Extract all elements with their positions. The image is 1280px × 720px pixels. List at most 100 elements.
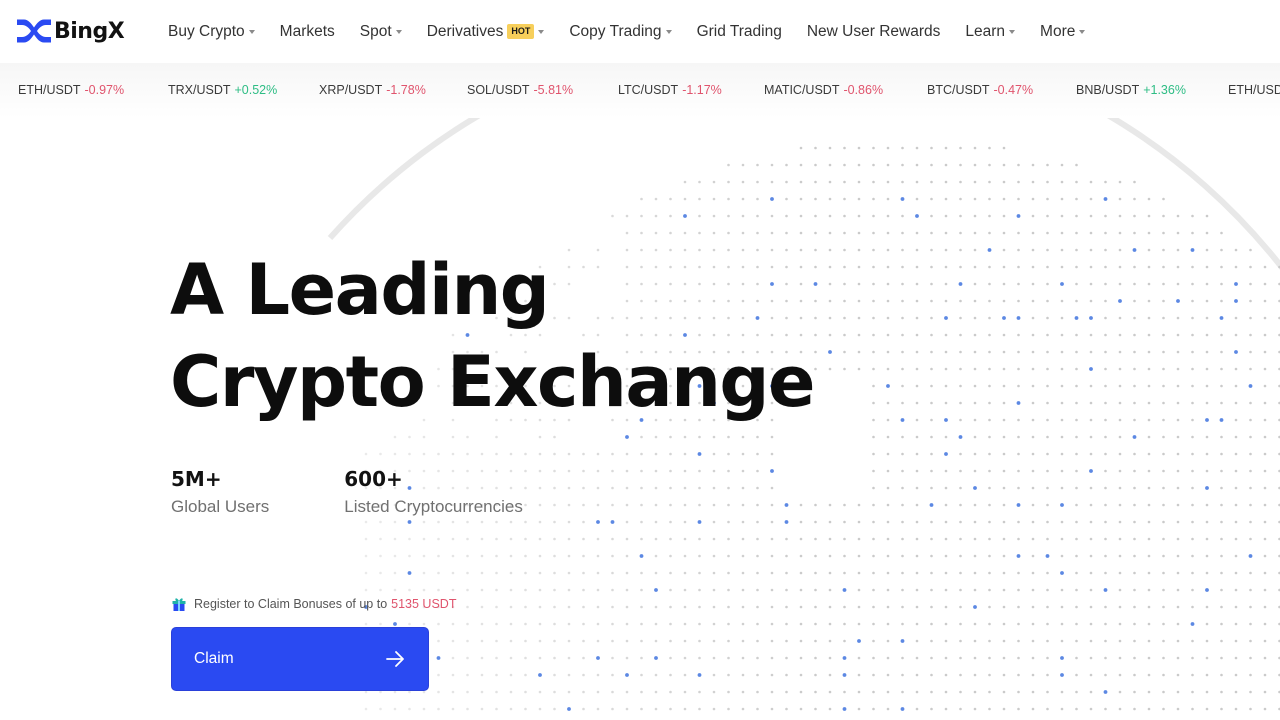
nav-markets[interactable]: Markets — [280, 23, 335, 41]
globe-dot — [712, 435, 716, 439]
globe-dot — [495, 707, 498, 711]
globe-dot — [1220, 537, 1223, 541]
globe-dot — [1234, 248, 1238, 252]
globe-dot — [1147, 639, 1151, 643]
globe-highlight-dot — [770, 469, 774, 473]
globe-dot — [524, 673, 527, 677]
globe-dot — [886, 299, 890, 303]
globe-dot — [1147, 282, 1151, 286]
nav-label: More — [1040, 22, 1076, 40]
ticker-item[interactable]: SOL/USDT -5.81% — [467, 83, 573, 97]
globe-dot — [828, 146, 832, 150]
globe-dot — [1060, 554, 1064, 558]
globe-dot — [1263, 401, 1267, 405]
globe-dot — [901, 605, 904, 609]
globe-dot — [1002, 350, 1006, 354]
globe-dot — [480, 554, 484, 558]
globe-dot — [930, 248, 933, 252]
ticker-item[interactable]: BTC/USDT -0.47% — [927, 83, 1033, 97]
globe-dot — [683, 452, 687, 456]
globe-dot — [1118, 571, 1122, 575]
globe-dot — [785, 588, 788, 592]
globe-dot — [1002, 367, 1006, 371]
globe-dot — [988, 435, 991, 439]
globe-dot — [640, 690, 643, 694]
globe-highlight-dot — [1016, 401, 1021, 405]
globe-dot — [1104, 554, 1107, 558]
globe-dot — [799, 605, 803, 609]
globe-dot — [1176, 690, 1180, 694]
globe-dot — [538, 707, 542, 711]
globe-highlight-dot — [1190, 248, 1195, 252]
globe-dot — [567, 537, 571, 541]
globe-dot — [364, 690, 368, 694]
nav-spot[interactable]: Spot — [360, 23, 402, 41]
globe-dot — [886, 316, 890, 320]
globe-dot — [1118, 214, 1122, 218]
globe-dot — [988, 197, 991, 201]
globe-dot — [1147, 197, 1151, 201]
globe-dot — [872, 350, 875, 354]
globe-dot — [1176, 503, 1180, 507]
globe-dot — [1046, 639, 1049, 643]
globe-dot — [1089, 350, 1093, 354]
globe-dot — [857, 588, 861, 592]
globe-dot — [741, 707, 745, 711]
globe-dot — [1191, 639, 1194, 643]
globe-dot — [944, 588, 948, 592]
ticker-item[interactable]: MATIC/USDT -0.86% — [764, 83, 883, 97]
globe-dot — [1046, 367, 1049, 371]
globe-dot — [1060, 486, 1064, 490]
globe-dot — [843, 231, 846, 235]
globe-dot — [698, 537, 701, 541]
globe-dot — [712, 503, 716, 507]
globe-dot — [1060, 333, 1064, 337]
globe-dot — [1162, 690, 1165, 694]
globe-dot — [1176, 639, 1180, 643]
globe-dot — [915, 435, 919, 439]
ticker-item[interactable]: LTC/USDT -1.17% — [618, 83, 722, 97]
globe-dot — [364, 571, 368, 575]
globe-dot — [886, 401, 890, 405]
nav-grid-trading[interactable]: Grid Trading — [697, 23, 782, 41]
ticker-item[interactable]: BNB/USDT +1.36% — [1076, 83, 1186, 97]
globe-dot — [480, 605, 484, 609]
ticker-item[interactable]: ETH/USDT -0.97% — [18, 83, 124, 97]
nav-new-user-rewards[interactable]: New User Rewards — [807, 23, 941, 41]
globe-dot — [944, 554, 948, 558]
globe-dot — [988, 401, 991, 405]
globe-dot — [1147, 299, 1151, 303]
globe-dot — [886, 214, 890, 218]
nav-learn[interactable]: Learn — [965, 23, 1016, 41]
globe-dot — [509, 588, 513, 592]
claim-button[interactable]: Claim — [171, 627, 429, 691]
ticker-item[interactable]: ETH/USDT — [1228, 83, 1280, 97]
globe-dot — [1075, 401, 1078, 405]
globe-dot — [828, 282, 832, 286]
globe-dot — [553, 537, 556, 541]
bingx-logo[interactable]: BingX — [16, 17, 125, 45]
ticker-item[interactable]: XRP/USDT -1.78% — [319, 83, 426, 97]
globe-dot — [770, 605, 774, 609]
globe-dot — [1147, 214, 1151, 218]
globe-dot — [1002, 605, 1006, 609]
nav-buy-crypto[interactable]: Buy Crypto — [168, 23, 255, 41]
nav-more[interactable]: More — [1040, 22, 1086, 41]
globe-dot — [451, 520, 455, 524]
globe-dot — [1017, 520, 1020, 524]
globe-dot — [437, 690, 440, 694]
nav-copy-trading[interactable]: Copy Trading — [569, 23, 672, 41]
globe-dot — [422, 707, 426, 711]
globe-dot — [988, 605, 991, 609]
globe-dot — [1147, 571, 1151, 575]
globe-dot — [1176, 605, 1180, 609]
globe-dot — [973, 350, 977, 354]
nav-derivatives[interactable]: Derivatives HOT — [427, 23, 545, 41]
globe-dot — [451, 707, 455, 711]
globe-dot — [1162, 486, 1165, 490]
globe-dot — [1191, 265, 1194, 269]
ticker-item[interactable]: TRX/USDT +0.52% — [168, 83, 277, 97]
globe-dot — [683, 435, 687, 439]
globe-dot — [364, 554, 368, 558]
globe-dot — [379, 452, 382, 456]
